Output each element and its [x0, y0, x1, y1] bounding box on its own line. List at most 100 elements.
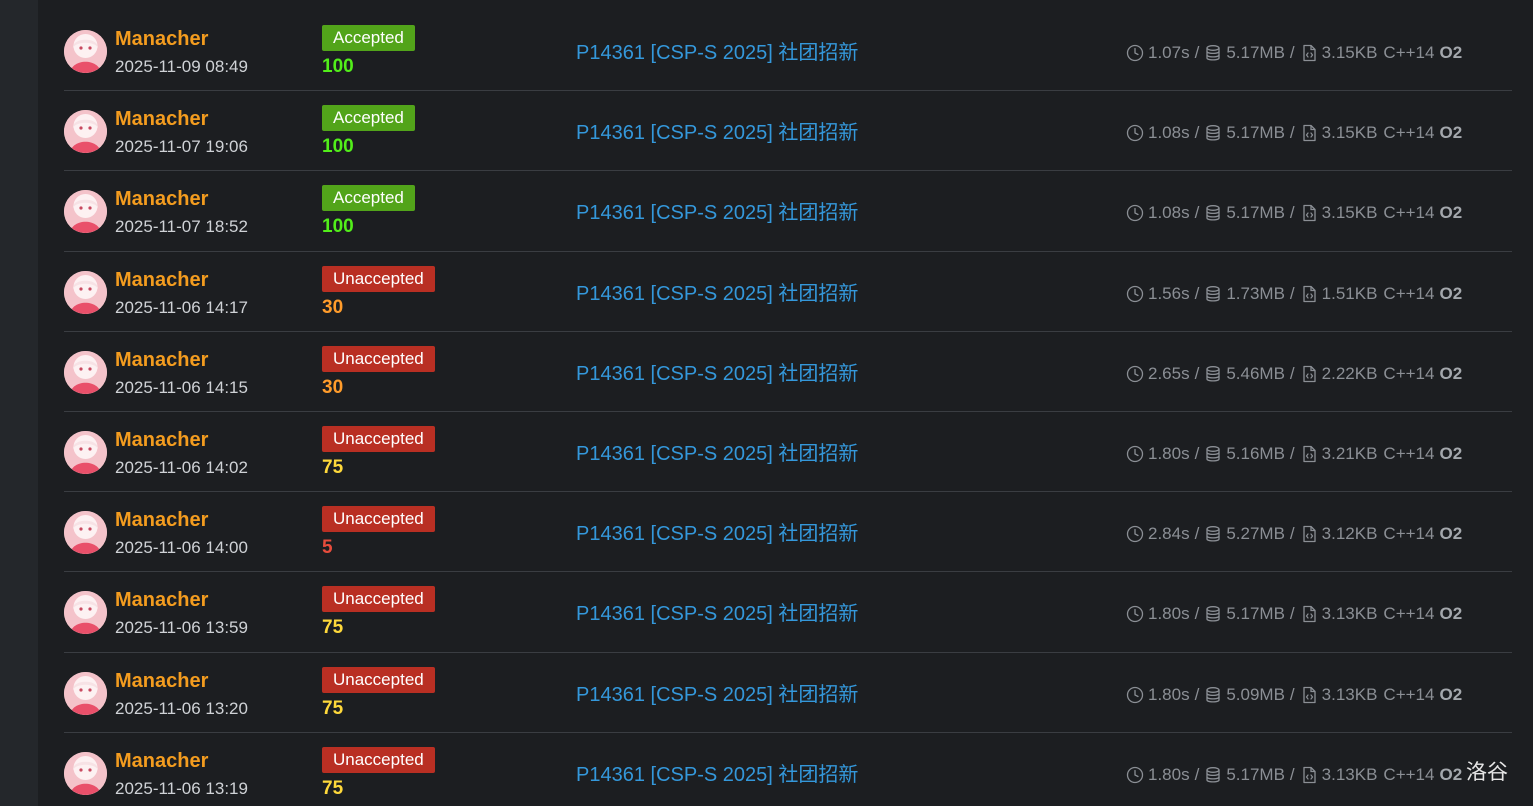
user-avatar[interactable]: [64, 110, 107, 154]
status-badge[interactable]: Unaccepted: [322, 345, 435, 372]
optimization-flag: O2: [1439, 123, 1463, 143]
user-avatar[interactable]: [64, 190, 107, 234]
status-badge[interactable]: Accepted: [322, 185, 415, 212]
runtime-value: 2.84s: [1148, 524, 1190, 544]
username-link[interactable]: Manacher: [115, 669, 208, 693]
runtime-value: 1.80s: [1148, 604, 1190, 624]
meta-separator: /: [1289, 43, 1295, 62]
memory-value: 5.46MB: [1226, 363, 1285, 383]
username-link[interactable]: Manacher: [115, 187, 208, 211]
meta-separator: /: [1194, 363, 1200, 383]
optimization-flag: O2: [1439, 363, 1463, 383]
code-file-icon: [1300, 686, 1318, 704]
code-file-icon: [1300, 44, 1318, 62]
submission-time: 2025-11-06 14:00: [115, 538, 248, 558]
submission-row: Manacher 2025-11-09 08:49 Accepted 100 P…: [64, 11, 1512, 92]
status-badge[interactable]: Unaccepted: [322, 746, 435, 773]
user-avatar[interactable]: [64, 430, 107, 474]
username-link[interactable]: Manacher: [115, 268, 208, 292]
username-link[interactable]: Manacher: [115, 588, 208, 612]
left-gutter: [0, 0, 38, 806]
submission-time: 2025-11-06 14:15: [115, 377, 248, 397]
problem-link[interactable]: P14361 [CSP-S 2025] 社团招新: [576, 682, 858, 708]
optimization-flag: O2: [1439, 604, 1463, 624]
submission-list-page: Manacher 2025-11-09 08:49 Accepted 100 P…: [0, 0, 1533, 806]
language-value: C++14: [1383, 43, 1435, 62]
status-badge[interactable]: Accepted: [322, 25, 415, 51]
user-avatar[interactable]: [64, 350, 107, 394]
submission-meta: 1.80s / 5.09MB / 3.13KB C++14 O2: [1126, 682, 1462, 708]
runtime-value: 1.80s: [1148, 764, 1190, 784]
meta-separator: /: [1194, 443, 1200, 463]
submission-time: 2025-11-06 13:59: [115, 618, 248, 638]
submission-row: Manacher 2025-11-06 14:02 Unaccepted 75 …: [64, 412, 1512, 493]
user-avatar[interactable]: [64, 30, 107, 73]
submission-meta: 1.80s / 5.16MB / 3.21KB C++14 O2: [1126, 441, 1462, 467]
submission-row: Manacher 2025-11-07 19:06 Accepted 100 P…: [64, 91, 1512, 172]
meta-separator: /: [1289, 764, 1295, 784]
problem-link[interactable]: P14361 [CSP-S 2025] 社团招新: [576, 441, 858, 467]
meta-separator: /: [1289, 684, 1295, 704]
language-value: C++14: [1383, 363, 1435, 383]
status-badge[interactable]: Accepted: [322, 105, 415, 132]
submission-time: 2025-11-06 13:20: [115, 698, 248, 718]
code-file-icon: [1300, 525, 1318, 543]
meta-separator: /: [1194, 524, 1200, 544]
user-avatar[interactable]: [64, 671, 107, 715]
score-value: 30: [322, 296, 344, 318]
database-icon: [1204, 686, 1222, 704]
username-link[interactable]: Manacher: [115, 27, 208, 51]
database-icon: [1204, 204, 1222, 222]
status-badge[interactable]: Unaccepted: [322, 425, 435, 452]
code-file-icon: [1300, 445, 1318, 463]
clock-icon: [1126, 445, 1144, 463]
score-value: 100: [322, 216, 354, 238]
memory-value: 5.17MB: [1226, 604, 1285, 624]
username-link[interactable]: Manacher: [115, 428, 208, 452]
meta-separator: /: [1194, 123, 1200, 143]
submission-records: Manacher 2025-11-09 08:49 Accepted 100 P…: [64, 11, 1512, 806]
problem-link[interactable]: P14361 [CSP-S 2025] 社团招新: [576, 762, 858, 788]
username-link[interactable]: Manacher: [115, 749, 208, 773]
submission-row: Manacher 2025-11-06 14:17 Unaccepted 30 …: [64, 252, 1512, 332]
problem-link[interactable]: P14361 [CSP-S 2025] 社团招新: [576, 601, 858, 627]
meta-separator: /: [1194, 764, 1200, 784]
status-badge[interactable]: Unaccepted: [322, 265, 435, 292]
clock-icon: [1126, 766, 1144, 784]
submission-row: Manacher 2025-11-06 13:19 Unaccepted 75 …: [64, 733, 1512, 806]
code-size-value: 3.13KB: [1321, 764, 1378, 784]
code-size-value: 3.15KB: [1321, 203, 1378, 223]
meta-separator: /: [1289, 363, 1295, 383]
memory-value: 5.27MB: [1226, 524, 1285, 544]
clock-icon: [1126, 285, 1144, 303]
problem-link[interactable]: P14361 [CSP-S 2025] 社团招新: [576, 200, 858, 226]
code-size-value: 3.13KB: [1321, 684, 1378, 704]
code-file-icon: [1300, 766, 1318, 784]
problem-link[interactable]: P14361 [CSP-S 2025] 社团招新: [576, 120, 858, 146]
user-avatar[interactable]: [64, 751, 107, 795]
user-avatar[interactable]: [64, 511, 107, 555]
runtime-value: 1.56s: [1148, 283, 1190, 303]
username-link[interactable]: Manacher: [115, 348, 208, 372]
username-link[interactable]: Manacher: [115, 107, 208, 131]
status-badge[interactable]: Unaccepted: [322, 666, 435, 693]
problem-link[interactable]: P14361 [CSP-S 2025] 社团招新: [576, 521, 858, 547]
problem-link[interactable]: P14361 [CSP-S 2025] 社团招新: [576, 40, 858, 66]
problem-link[interactable]: P14361 [CSP-S 2025] 社团招新: [576, 281, 858, 307]
submission-time: 2025-11-07 18:52: [115, 217, 248, 237]
submission-row: Manacher 2025-11-06 13:59 Unaccepted 75 …: [64, 572, 1512, 653]
status-badge[interactable]: Unaccepted: [322, 586, 435, 613]
problem-link[interactable]: P14361 [CSP-S 2025] 社团招新: [576, 361, 858, 387]
language-value: C++14: [1383, 684, 1435, 704]
language-value: C++14: [1383, 524, 1435, 544]
status-badge[interactable]: Unaccepted: [322, 506, 435, 533]
language-value: C++14: [1383, 604, 1435, 624]
runtime-value: 1.80s: [1148, 684, 1190, 704]
user-avatar[interactable]: [64, 270, 107, 314]
runtime-value: 1.08s: [1148, 203, 1190, 223]
meta-separator: /: [1289, 203, 1295, 223]
code-file-icon: [1300, 285, 1318, 303]
submission-meta: 1.80s / 5.17MB / 3.13KB C++14 O2: [1126, 762, 1462, 788]
user-avatar[interactable]: [64, 591, 107, 635]
username-link[interactable]: Manacher: [115, 508, 208, 532]
